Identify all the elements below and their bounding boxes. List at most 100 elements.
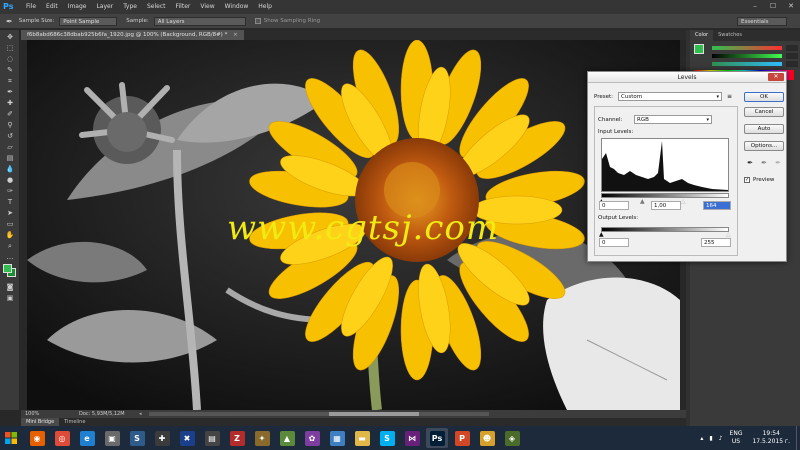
- menu-view[interactable]: View: [195, 0, 219, 14]
- input-white-slider-icon[interactable]: △: [681, 198, 686, 205]
- taskbar-app[interactable]: S: [376, 428, 398, 448]
- white-eyedropper-icon[interactable]: ✒: [774, 159, 782, 167]
- preset-options-icon[interactable]: ≡: [727, 93, 732, 100]
- show-desktop-button[interactable]: [796, 426, 800, 450]
- taskbar-app[interactable]: ✿: [301, 428, 323, 448]
- green-slider[interactable]: [712, 54, 782, 58]
- move-tool-icon[interactable]: ✥: [5, 33, 15, 41]
- taskbar-app[interactable]: Ps: [426, 428, 448, 448]
- close-tab-icon[interactable]: ×: [233, 32, 238, 38]
- taskbar-app[interactable]: ▦: [326, 428, 348, 448]
- taskbar-app[interactable]: e: [76, 428, 98, 448]
- language-indicator[interactable]: ENG US: [730, 430, 743, 446]
- panel-foreground-swatch[interactable]: [694, 44, 704, 54]
- quick-select-tool-icon[interactable]: ✎: [5, 66, 15, 74]
- preset-dropdown[interactable]: Custom: [618, 92, 722, 101]
- horizontal-scrollbar[interactable]: [149, 412, 489, 416]
- taskbar-app[interactable]: ✚: [151, 428, 173, 448]
- volume-icon[interactable]: ♪: [719, 435, 723, 442]
- output-white-field[interactable]: 255: [701, 238, 731, 247]
- marquee-tool-icon[interactable]: ⬚: [5, 44, 15, 52]
- document-info[interactable]: Doc: 5,93M/5,12M: [79, 410, 125, 418]
- crop-tool-icon[interactable]: ⌗: [5, 77, 15, 85]
- taskbar-app[interactable]: ☻: [476, 428, 498, 448]
- taskbar-app[interactable]: ⋈: [401, 428, 423, 448]
- preview-checkbox[interactable]: ✓: [744, 177, 750, 183]
- menu-window[interactable]: Window: [220, 0, 254, 14]
- taskbar-app[interactable]: ◈: [501, 428, 523, 448]
- sampling-ring-checkbox[interactable]: [254, 18, 261, 24]
- path-select-tool-icon[interactable]: ➤: [5, 209, 15, 217]
- taskbar-app[interactable]: ▲: [276, 428, 298, 448]
- maximize-button[interactable]: ☐: [764, 0, 782, 12]
- workspace-dropdown[interactable]: Essentials: [737, 17, 787, 26]
- eyedropper-tool-icon[interactable]: ✒: [5, 88, 15, 96]
- input-gamma-field[interactable]: 1,00: [651, 201, 681, 210]
- dodge-tool-icon[interactable]: ●: [5, 176, 15, 184]
- menu-layer[interactable]: Layer: [91, 0, 118, 14]
- taskbar-app[interactable]: ◉: [26, 428, 48, 448]
- stamp-tool-icon[interactable]: ⚲: [5, 121, 15, 129]
- auto-button[interactable]: Auto: [744, 124, 784, 134]
- lasso-tool-icon[interactable]: ◌: [5, 55, 15, 63]
- gray-eyedropper-icon[interactable]: ✒: [760, 159, 768, 167]
- input-black-field[interactable]: 0: [599, 201, 629, 210]
- taskbar-app[interactable]: P: [451, 428, 473, 448]
- brush-tool-icon[interactable]: ✐: [5, 110, 15, 118]
- blue-value[interactable]: [786, 61, 798, 67]
- blue-slider[interactable]: [712, 62, 782, 66]
- quick-mask-icon[interactable]: ◙: [5, 283, 15, 291]
- screen-mode-icon[interactable]: ▣: [5, 294, 15, 302]
- output-white-slider-icon[interactable]: △: [726, 231, 731, 238]
- taskbar-app[interactable]: ▣: [101, 428, 123, 448]
- menu-type[interactable]: Type: [118, 0, 142, 14]
- zoom-level[interactable]: 100%: [25, 410, 39, 418]
- red-slider[interactable]: [712, 46, 782, 50]
- foreground-color-swatch[interactable]: [3, 264, 12, 273]
- zoom-tool-icon[interactable]: ⌕: [5, 242, 15, 250]
- tab-swatches[interactable]: Swatches: [713, 30, 747, 41]
- shape-tool-icon[interactable]: ▭: [5, 220, 15, 228]
- menu-filter[interactable]: Filter: [171, 0, 196, 14]
- menu-select[interactable]: Select: [142, 0, 171, 14]
- sample-size-dropdown[interactable]: Point Sample: [59, 16, 118, 26]
- taskbar-app[interactable]: ▤: [201, 428, 223, 448]
- healing-tool-icon[interactable]: ✚: [5, 99, 15, 107]
- menu-file[interactable]: File: [21, 0, 41, 14]
- menu-help[interactable]: Help: [253, 0, 277, 14]
- tab-mini-bridge[interactable]: Mini Bridge: [21, 418, 60, 426]
- history-brush-tool-icon[interactable]: ↺: [5, 132, 15, 140]
- menu-edit[interactable]: Edit: [41, 0, 63, 14]
- clock[interactable]: 19:54 17.5.2015 г.: [752, 430, 790, 446]
- eraser-tool-icon[interactable]: ▱: [5, 143, 15, 151]
- tab-color[interactable]: Color: [690, 30, 714, 41]
- close-button[interactable]: ✕: [782, 0, 800, 12]
- output-black-field[interactable]: 0: [599, 238, 629, 247]
- network-icon[interactable]: ▮: [709, 435, 712, 442]
- type-tool-icon[interactable]: T: [5, 198, 15, 206]
- red-value[interactable]: [786, 45, 798, 51]
- scroll-left-icon[interactable]: ◂: [139, 412, 145, 417]
- channel-dropdown[interactable]: RGB: [634, 115, 712, 124]
- green-value[interactable]: [786, 53, 798, 59]
- taskbar-app[interactable]: ▬: [351, 428, 373, 448]
- gradient-tool-icon[interactable]: ▤: [5, 154, 15, 162]
- menu-image[interactable]: Image: [63, 0, 92, 14]
- minimize-button[interactable]: –: [746, 0, 764, 12]
- color-swatches[interactable]: [3, 264, 19, 280]
- tab-timeline[interactable]: Timeline: [59, 418, 90, 426]
- sample-dropdown[interactable]: All Layers: [153, 16, 246, 26]
- taskbar-app[interactable]: ◎: [51, 428, 73, 448]
- cancel-button[interactable]: Cancel: [744, 107, 784, 117]
- document-canvas[interactable]: www.cgtsj.com: [27, 40, 680, 410]
- eyedropper-tool-icon[interactable]: ✒: [6, 17, 13, 26]
- ok-button[interactable]: OK: [744, 92, 784, 102]
- taskbar-app[interactable]: S: [126, 428, 148, 448]
- taskbar-app[interactable]: Z: [226, 428, 248, 448]
- taskbar-app[interactable]: ✖: [176, 428, 198, 448]
- input-white-field[interactable]: 164: [703, 201, 731, 210]
- start-button[interactable]: [0, 426, 22, 450]
- black-eyedropper-icon[interactable]: ✒: [746, 159, 754, 167]
- tray-arrow-icon[interactable]: ▴: [700, 435, 703, 442]
- taskbar-app[interactable]: ✦: [251, 428, 273, 448]
